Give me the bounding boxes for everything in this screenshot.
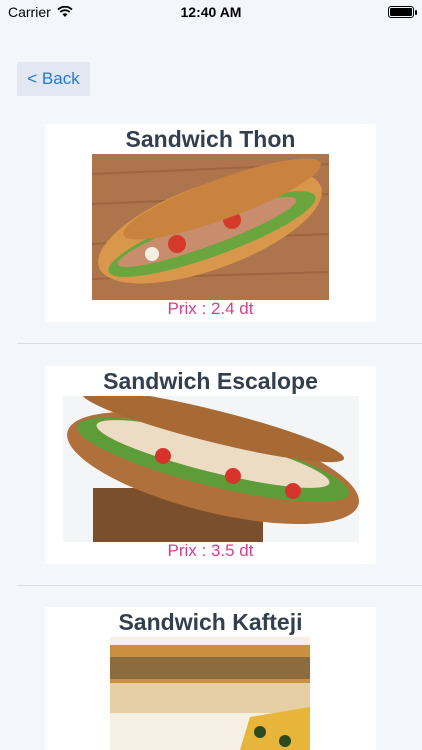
- product-title: Sandwich Kafteji: [118, 609, 303, 635]
- product-card-thon[interactable]: Sandwich Thon Prix : 2.4 dt: [45, 124, 376, 322]
- product-card-kafteji[interactable]: Sandwich Kafteji: [45, 607, 376, 750]
- product-price: Prix : 2.4 dt: [167, 299, 254, 318]
- divider: [17, 343, 422, 344]
- product-image-thon: [92, 154, 329, 300]
- product-title: Sandwich Escalope: [103, 368, 318, 394]
- product-price: Prix : 3.5 dt: [167, 541, 254, 560]
- status-time: 12:40 AM: [180, 4, 242, 20]
- battery-icon: [388, 6, 417, 18]
- product-title: Sandwich Thon: [125, 126, 296, 152]
- status-bar: Carrier 12:40 AM: [0, 0, 422, 24]
- product-image-kafteji: [110, 637, 310, 750]
- back-button[interactable]: < Back: [17, 62, 90, 96]
- product-image-escalope: [63, 396, 359, 542]
- product-card-escalope[interactable]: Sandwich Escalope Prix : 3.5 dt: [45, 366, 376, 564]
- divider: [17, 585, 422, 586]
